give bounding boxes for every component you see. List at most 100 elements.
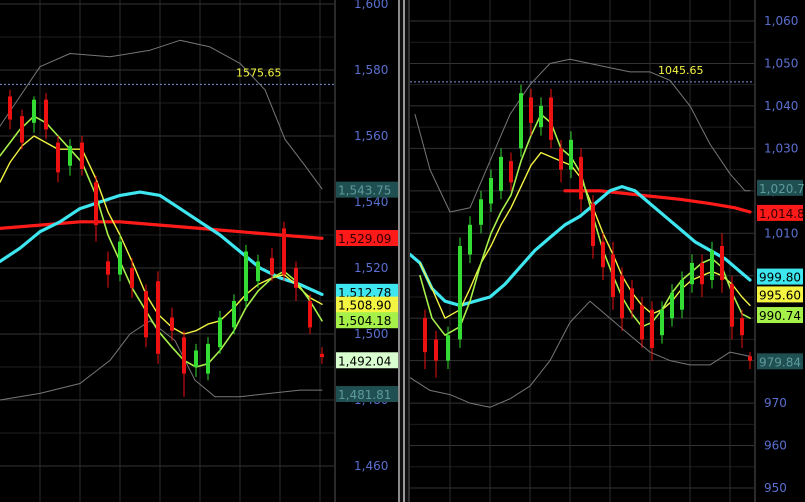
candle-body	[8, 96, 12, 120]
candle-body	[423, 318, 427, 353]
y-tick-label: 960	[764, 439, 787, 453]
candle-body	[549, 97, 553, 140]
candle-body	[680, 279, 684, 310]
y-tick-label: 1,580	[354, 63, 388, 77]
candle-body	[458, 246, 462, 340]
price-label-text: 1,481.81	[338, 388, 391, 402]
price-label-text: 990.74	[759, 309, 801, 323]
candle-body	[244, 251, 248, 301]
candle-up	[244, 244, 248, 308]
price-label-text: 1,529.09	[338, 232, 391, 246]
candle-body	[748, 356, 752, 361]
candle-body	[182, 337, 186, 374]
candle-body	[144, 291, 148, 338]
candle-body	[106, 261, 110, 275]
candle-body	[256, 261, 260, 282]
candle-body	[206, 343, 210, 374]
candle-body	[194, 350, 198, 367]
candle-body	[700, 262, 704, 285]
candle-body	[32, 99, 36, 123]
price-label: 990.74	[757, 307, 803, 324]
candle-down	[549, 88, 553, 149]
price-label: 1,543.75	[336, 181, 400, 198]
candle-body	[68, 145, 72, 166]
dual-price-chart: 1575.651,6001,5801,5601,5401,5201,5001,4…	[0, 0, 805, 502]
candle-body	[690, 262, 694, 285]
candle-body	[710, 250, 714, 280]
candle-body	[630, 288, 634, 310]
price-label-text: 1,014.8	[759, 207, 805, 221]
candle-body	[270, 258, 274, 275]
price-label: 1,481.81	[336, 386, 400, 403]
price-label-text: 999.80	[759, 271, 801, 285]
price-label: 1,508.90	[336, 296, 400, 313]
candle-body	[118, 241, 122, 275]
price-label-text: 1,492.04	[338, 354, 391, 368]
y-tick-label: 1,040	[764, 99, 798, 113]
y-tick-label: 1,500	[354, 327, 388, 341]
candle-body	[218, 317, 222, 348]
y-tick-label: 950	[764, 481, 787, 495]
candle-body	[479, 199, 483, 225]
price-label-text: 1,020.7	[759, 182, 805, 196]
candle-body	[232, 301, 236, 328]
candle-body	[720, 246, 724, 280]
candle-up	[458, 237, 462, 348]
candle-body	[529, 97, 533, 123]
candle-body	[611, 254, 615, 297]
candle-body	[20, 116, 24, 143]
price-label-text: 995.60	[759, 288, 801, 302]
candle-body	[519, 93, 523, 149]
candle-body	[94, 182, 98, 226]
y-tick-label: 1,010	[764, 226, 798, 240]
candle-body	[308, 301, 312, 328]
candle-body	[640, 305, 644, 340]
candle-body	[44, 99, 48, 130]
candle-body	[569, 139, 573, 170]
candle-body	[468, 224, 472, 255]
candle-body	[130, 268, 134, 288]
reference-line-label: 1045.65	[658, 64, 704, 77]
candle-body	[539, 105, 543, 128]
y-tick-label: 1,460	[354, 459, 388, 473]
candle-body	[591, 203, 595, 247]
candle-body	[294, 268, 298, 288]
y-tick-label: 970	[764, 396, 787, 410]
price-label: 1,014.8	[757, 204, 805, 221]
candle-body	[730, 284, 734, 327]
y-tick-label: 1,520	[354, 261, 388, 275]
price-label: 995.60	[757, 286, 803, 303]
price-label-text: 1,504.18	[338, 314, 391, 328]
candle-body	[499, 156, 503, 191]
candle-up	[519, 84, 523, 157]
candle-up	[118, 235, 122, 282]
candle-body	[601, 241, 605, 268]
candle-body	[670, 292, 674, 319]
y-tick-label: 1,030	[764, 141, 798, 155]
panel-divider[interactable]	[398, 0, 410, 502]
y-tick-label: 1,560	[354, 129, 388, 143]
candle-body	[156, 281, 160, 354]
price-label: 979.84	[757, 353, 803, 370]
candle-body	[320, 353, 324, 358]
price-label-text: 1,543.75	[338, 184, 391, 198]
candle-down	[282, 221, 286, 282]
candle-body	[489, 178, 493, 204]
price-label: 999.80	[757, 268, 803, 285]
candle-body	[559, 148, 563, 170]
price-label: 1,020.7	[757, 179, 805, 196]
price-label-text: 979.84	[759, 355, 801, 369]
price-label: 1,504.18	[336, 312, 400, 329]
candle-body	[170, 317, 174, 331]
candle-body	[509, 161, 513, 183]
reference-line-label: 1575.65	[236, 66, 282, 79]
candle-down	[156, 271, 160, 364]
candle-body	[650, 309, 654, 348]
y-tick-label: 1,060	[764, 14, 798, 28]
candle-body	[80, 142, 84, 169]
price-label-text: 1,508.90	[338, 299, 391, 313]
price-label: 1,492.04	[336, 352, 400, 369]
candle-body	[620, 275, 624, 319]
y-tick-label: 1,050	[764, 56, 798, 70]
candle-body	[282, 228, 286, 275]
